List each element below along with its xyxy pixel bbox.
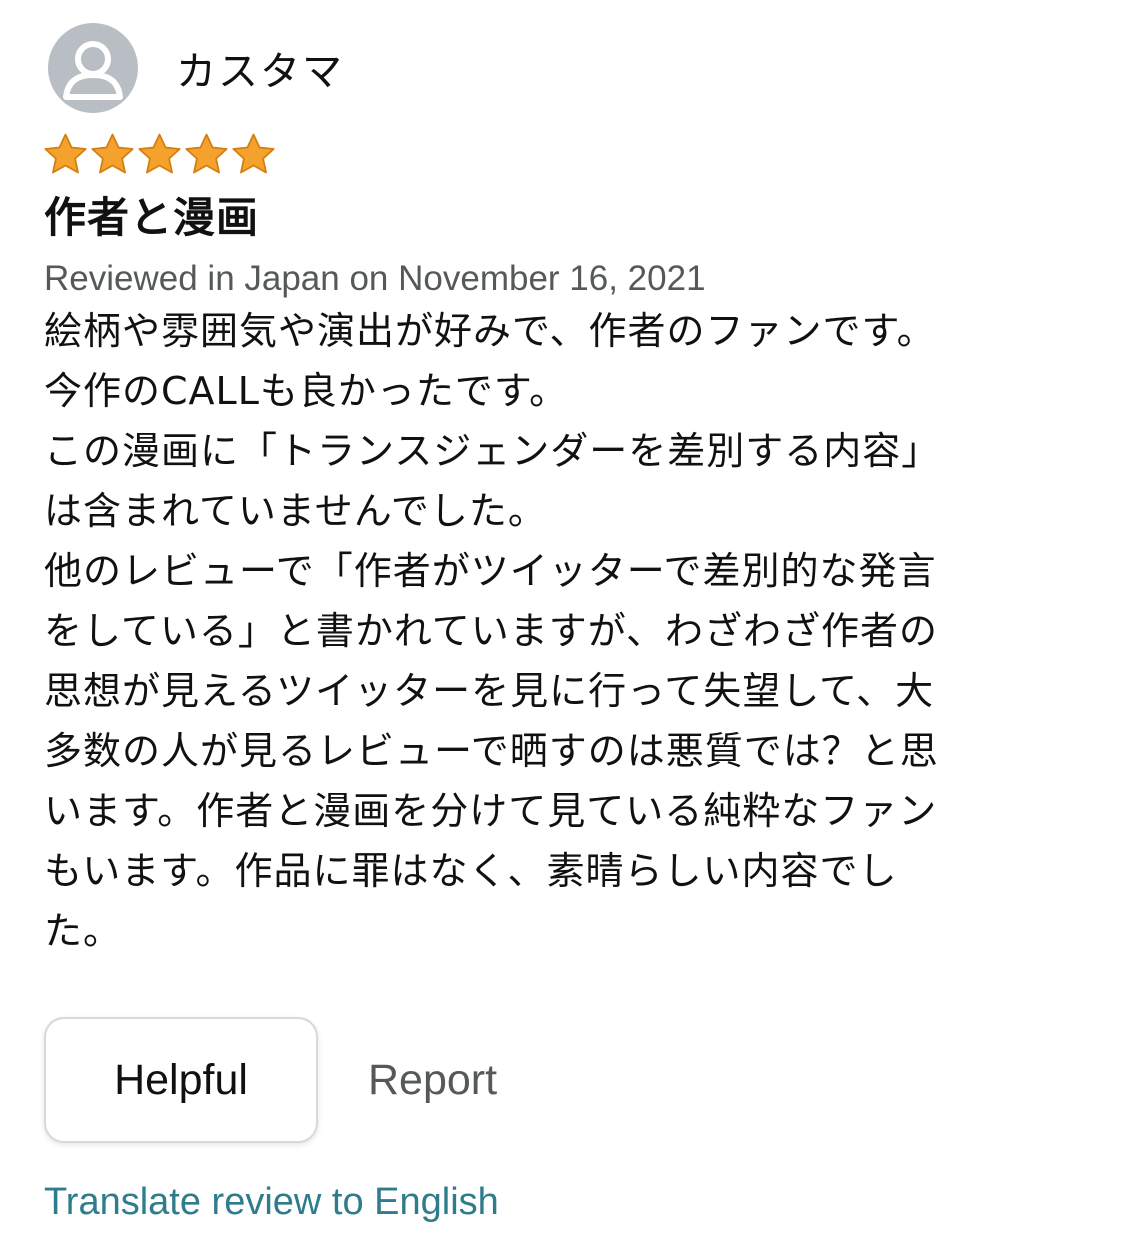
user-avatar-icon — [63, 41, 123, 100]
helpful-button[interactable]: Helpful — [44, 1017, 318, 1143]
reviewer-profile[interactable]: カスタマ — [44, 22, 1094, 114]
star-icon — [185, 133, 228, 173]
review-body-line: 他のレビューで「作者がツイッターで差別的な発言 — [44, 549, 937, 593]
review-body-line: もいます。作品に罪はなく、素晴らしい内容でし — [44, 849, 898, 893]
review-body-line: た。 — [44, 909, 123, 953]
review-body-line: 思想が見えるツイッターを見に行って失望して、大 — [44, 669, 935, 713]
review-title: 作者と漫画 — [44, 193, 260, 242]
review-body-line: をしている」と書かれていますが、わざわざ作者の — [44, 609, 938, 653]
report-link[interactable]: Report — [368, 1056, 497, 1105]
customer-review: カスタマ 作者と漫画 Reviewed in Japan on November… — [44, 22, 1094, 1224]
review-body-line: 絵柄や雰囲気や演出が好みで、作者のファンです。 — [44, 309, 936, 353]
avatar[interactable] — [48, 23, 138, 113]
review-body-line: 多数の人が見るレビューで晒すのは悪質では？と思 — [44, 729, 939, 773]
reviewer-name[interactable]: カスタマ — [176, 39, 344, 97]
review-body-line: この漫画に「トランスジェンダーを差別する内容」 — [44, 429, 941, 473]
review-body-line: は含まれていませんでした。 — [44, 489, 547, 533]
translate-review-link[interactable]: Translate review to English — [44, 1181, 1094, 1224]
review-date: Reviewed in Japan on November 16, 2021 — [44, 259, 706, 298]
review-actions: Helpful Report — [44, 1017, 1094, 1143]
review-body-line: います。作者と漫画を分けて見ている純粋なファン — [44, 789, 938, 833]
star-icon — [44, 133, 87, 173]
star-icon — [232, 133, 275, 173]
star-icon — [138, 133, 181, 173]
review-body: 絵柄や雰囲気や演出が好みで、作者のファンです。 今作のCALLも良かったです。この… — [44, 301, 1084, 961]
star-icon — [91, 133, 134, 173]
star-rating — [42, 130, 1094, 178]
review-body-line: 今作のCALLも良かったです。 — [44, 369, 569, 413]
